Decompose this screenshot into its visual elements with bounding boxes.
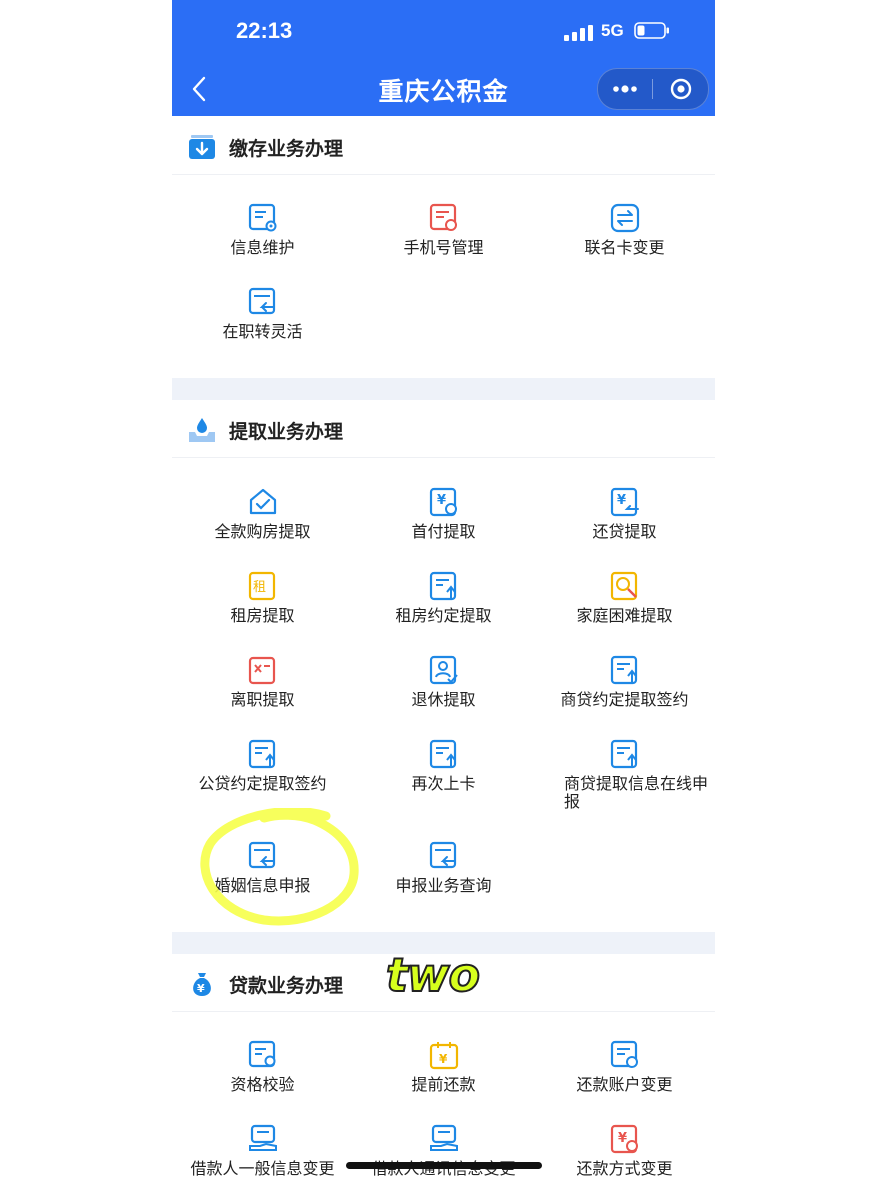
phone-screen: 22:13 5G 重庆公积金 缴存业务办理 信息维护 手机号管理 联名卡变更 在… xyxy=(172,0,715,1182)
menu-item-label: 退休提取 xyxy=(411,690,476,709)
rent-doc-icon: 租 xyxy=(248,571,276,601)
form-gear-icon xyxy=(248,203,277,232)
svg-text:¥: ¥ xyxy=(618,1131,627,1146)
menu-item-label: 商贷提取信息在线申报 xyxy=(564,774,709,811)
menu-item-label: 还贷提取 xyxy=(592,522,657,541)
yuan-refresh-icon: ¥ xyxy=(610,1124,638,1154)
form-refresh-icon xyxy=(610,1040,638,1068)
form-up-arrow-icon xyxy=(429,571,457,601)
menu-item-repay-method-change[interactable]: ¥ 还款方式变更 xyxy=(534,1124,715,1182)
menu-item-label: 还款账户变更 xyxy=(576,1075,673,1094)
svg-text:¥: ¥ xyxy=(439,1052,448,1066)
section-title: 贷款业务办理 xyxy=(229,975,344,997)
sticker-annotation: two xyxy=(385,947,481,1003)
menu-item-label: 再次上卡 xyxy=(411,774,476,793)
menu-item-label: 联名卡变更 xyxy=(584,238,665,257)
menu-item-down-payment[interactable]: ¥ 首付提取 xyxy=(353,487,534,567)
menu-item-rent-agreement[interactable]: 租房约定提取 xyxy=(353,571,534,651)
network-label: 5G xyxy=(601,21,624,40)
menu-item-label: 租房约定提取 xyxy=(395,606,492,625)
menu-item-declare-query[interactable]: 申报业务查询 xyxy=(353,841,534,921)
money-bag-icon: ¥ xyxy=(193,973,211,996)
menu-item-label: 借款人一般信息变更 xyxy=(190,1159,335,1178)
card-hand-icon xyxy=(249,1124,277,1151)
menu-item-eligibility-check[interactable]: 资格校验 xyxy=(172,1040,353,1120)
form-return-icon xyxy=(429,841,457,869)
section-header-deposit: 缴存业务办理 xyxy=(172,118,715,175)
header-bar: 22:13 5G 重庆公积金 xyxy=(172,0,715,116)
menu-item-label: 商贷约定提取签约 xyxy=(560,690,689,709)
menu-item-borrower-contact-change[interactable]: 借款人通讯信息变更 xyxy=(353,1124,534,1182)
menu-item-resign[interactable]: 离职提取 xyxy=(172,655,353,735)
form-up-arrow-icon xyxy=(248,739,276,769)
close-target-icon[interactable] xyxy=(654,69,708,109)
svg-text:¥: ¥ xyxy=(197,982,205,995)
deposit-icon xyxy=(189,135,215,159)
menu-item-label: 信息维护 xyxy=(230,238,295,257)
yuan-doc-icon: ¥ xyxy=(429,487,457,517)
svg-text:¥: ¥ xyxy=(437,493,446,508)
menu-item-retire[interactable]: 退休提取 xyxy=(353,655,534,735)
miniprogram-capsule xyxy=(597,68,709,110)
more-icon[interactable] xyxy=(598,69,652,109)
signal-icon xyxy=(564,25,593,41)
menu-item-repay-account-change[interactable]: 还款账户变更 xyxy=(534,1040,715,1120)
status-time: 22:13 xyxy=(236,18,293,43)
menu-item-borrower-general-change[interactable]: 借款人一般信息变更 xyxy=(172,1124,353,1182)
exchange-icon xyxy=(610,203,640,233)
battery-icon xyxy=(634,22,669,39)
svg-text:租: 租 xyxy=(253,580,266,595)
menu-item-info-maintain[interactable]: 信息维护 xyxy=(172,203,353,283)
menu-item-rent[interactable]: 租 租房提取 xyxy=(172,571,353,651)
hardship-hand-icon xyxy=(610,571,638,601)
menu-item-family-hardship[interactable]: 家庭困难提取 xyxy=(534,571,715,651)
menu-item-label: 提前还款 xyxy=(411,1075,476,1094)
menu-item-label: 资格校验 xyxy=(230,1075,295,1094)
person-check-icon xyxy=(429,655,458,685)
highlight-circle-annotation xyxy=(200,808,359,926)
menu-item-card-again[interactable]: 再次上卡 xyxy=(353,739,534,819)
resign-doc-icon xyxy=(248,656,276,685)
form-refresh-icon xyxy=(429,203,457,231)
section-divider xyxy=(172,378,715,400)
capsule-divider xyxy=(652,79,653,99)
menu-item-label: 离职提取 xyxy=(230,690,295,709)
menu-item-full-purchase[interactable]: 全款购房提取 xyxy=(172,487,353,567)
menu-item-commercial-agreement[interactable]: 商贷约定提取签约 xyxy=(534,655,715,735)
section-title: 缴存业务办理 xyxy=(229,138,344,160)
yuan-return-icon: ¥ xyxy=(610,487,639,517)
menu-item-job-to-flexible[interactable]: 在职转灵活 xyxy=(172,287,353,367)
menu-item-label: 申报业务查询 xyxy=(395,876,492,895)
menu-item-label: 还款方式变更 xyxy=(576,1159,673,1178)
form-up-arrow-icon xyxy=(610,655,638,685)
menu-item-label: 首付提取 xyxy=(411,522,476,541)
menu-item-repay-withdraw[interactable]: ¥ 还贷提取 xyxy=(534,487,715,567)
menu-item-phone-manage[interactable]: 手机号管理 xyxy=(353,203,534,283)
menu-item-label: 全款购房提取 xyxy=(214,522,311,541)
menu-item-label: 家庭困难提取 xyxy=(576,606,673,625)
section-title: 提取业务办理 xyxy=(229,421,344,443)
form-up-arrow-icon xyxy=(429,739,457,769)
svg-text:¥: ¥ xyxy=(617,493,626,508)
calendar-yuan-icon: ¥ xyxy=(429,1042,459,1070)
menu-item-label: 租房提取 xyxy=(230,606,295,625)
menu-item-label: 在职转灵活 xyxy=(222,322,303,341)
menu-item-early-repay[interactable]: ¥ 提前还款 xyxy=(353,1040,534,1120)
menu-item-label: 公贷约定提取签约 xyxy=(198,774,327,793)
form-badge-icon xyxy=(248,1040,276,1068)
menu-item-public-agreement[interactable]: 公贷约定提取签约 xyxy=(172,739,353,819)
withdraw-tray-icon xyxy=(189,418,215,442)
menu-item-label: 手机号管理 xyxy=(403,238,484,257)
form-return-icon xyxy=(248,287,276,315)
card-hand-icon xyxy=(430,1124,458,1151)
menu-item-commercial-online-declare[interactable]: 商贷提取信息在线申报 xyxy=(534,739,715,819)
section-header-withdraw: 提取业务办理 xyxy=(172,401,715,458)
form-up-arrow-icon xyxy=(610,739,638,769)
house-check-icon xyxy=(249,488,277,515)
menu-item-card-change[interactable]: 联名卡变更 xyxy=(534,203,715,283)
home-indicator xyxy=(346,1162,542,1169)
